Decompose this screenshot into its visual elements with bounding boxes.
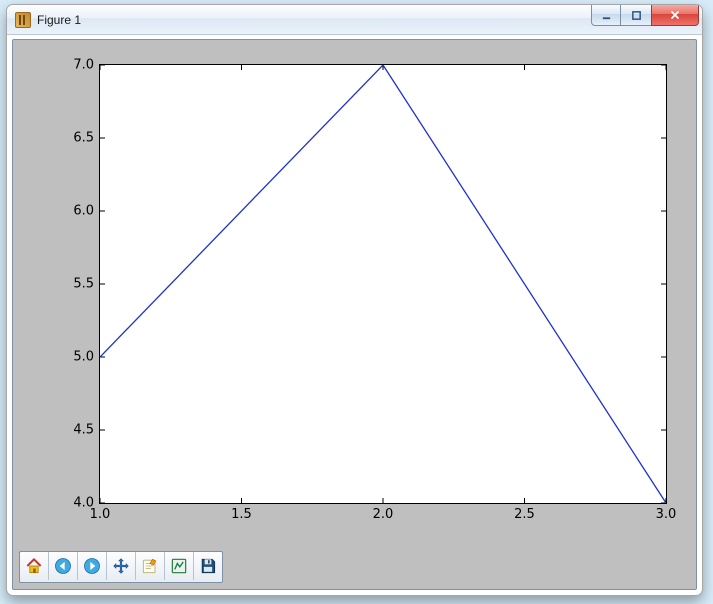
- data-line: [100, 65, 666, 503]
- axes[interactable]: 1.01.52.02.53.04.04.55.05.56.06.57.0: [99, 64, 667, 504]
- close-button[interactable]: [651, 5, 699, 26]
- window-title: Figure 1: [37, 13, 81, 27]
- back-button[interactable]: [49, 552, 78, 580]
- save-icon: [198, 556, 218, 576]
- maximize-icon: [631, 10, 642, 21]
- ytick-label: 4.0: [73, 496, 94, 511]
- move-icon: [111, 556, 131, 576]
- zoom-button[interactable]: [136, 552, 165, 580]
- ytick-label: 7.0: [73, 58, 94, 73]
- arrow-right-icon: [82, 556, 102, 576]
- home-button[interactable]: [20, 552, 49, 580]
- figure-canvas[interactable]: 1.01.52.02.53.04.04.55.05.56.06.57.0: [12, 39, 697, 590]
- xtick-label: 3.0: [656, 507, 677, 522]
- xtick-label: 2.5: [514, 507, 535, 522]
- minimize-icon: [601, 10, 612, 21]
- line-plot: [100, 65, 666, 503]
- ytick-label: 5.0: [73, 350, 94, 365]
- subplots-button[interactable]: [165, 552, 194, 580]
- subplots-icon: [169, 556, 189, 576]
- window-controls: [592, 5, 699, 25]
- maximize-button[interactable]: [620, 5, 652, 26]
- arrow-left-icon: [53, 556, 73, 576]
- close-icon: [669, 9, 681, 21]
- titlebar[interactable]: Figure 1: [7, 5, 702, 35]
- ytick-label: 6.0: [73, 204, 94, 219]
- forward-button[interactable]: [78, 552, 107, 580]
- pan-button[interactable]: [107, 552, 136, 580]
- navigation-toolbar: [19, 551, 223, 583]
- ytick-label: 6.5: [73, 131, 94, 146]
- xtick-label: 2.0: [373, 507, 394, 522]
- ytick-label: 4.5: [73, 423, 94, 438]
- minimize-button[interactable]: [591, 5, 621, 26]
- home-icon: [24, 556, 44, 576]
- zoom-icon: [140, 556, 160, 576]
- app-icon: [15, 12, 31, 28]
- xtick-label: 1.5: [231, 507, 252, 522]
- save-button[interactable]: [194, 552, 222, 580]
- ytick-label: 5.5: [73, 277, 94, 292]
- figure-window: Figure 1: [6, 4, 703, 596]
